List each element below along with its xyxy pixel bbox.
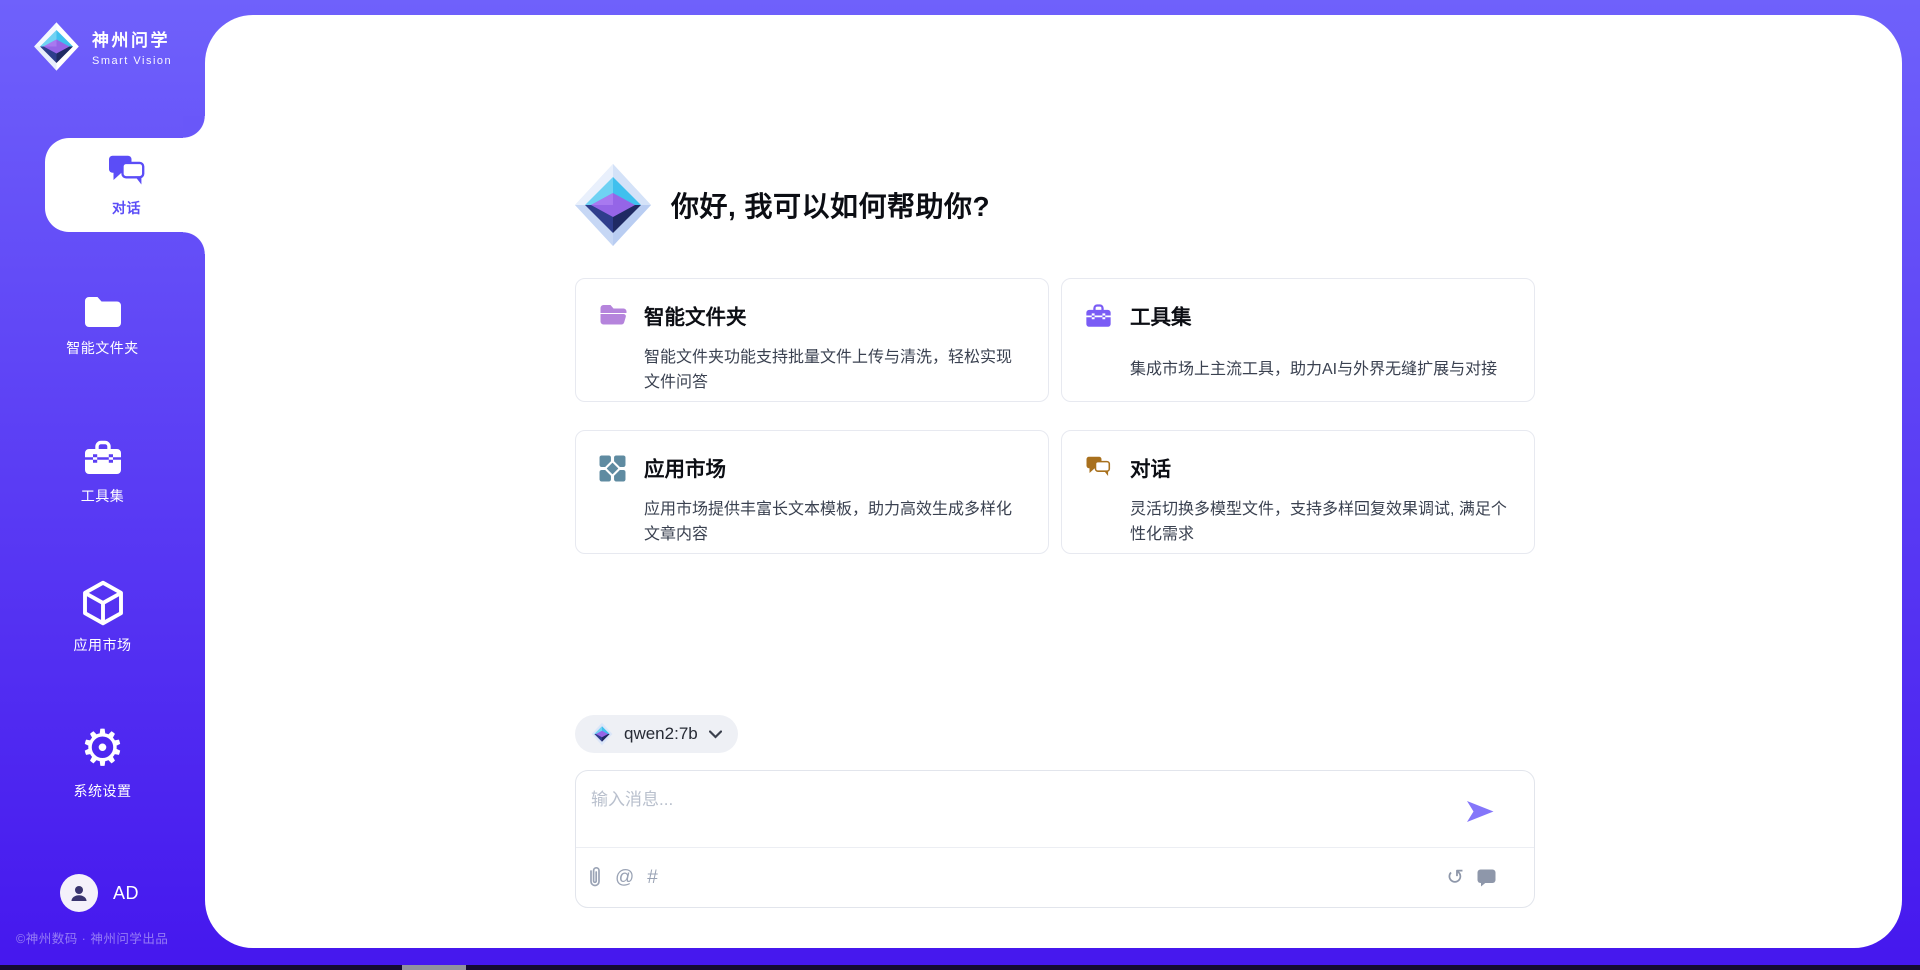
card-description: 应用市场提供丰富长文本模板，助力高效生成多样化文章内容 (644, 497, 1024, 554)
model-diamond-icon (591, 722, 613, 746)
model-name: qwen2:7b (624, 724, 698, 744)
sidebar-item-settings[interactable]: ⚙ 系统设置 (0, 724, 205, 800)
feature-cards: 智能文件夹 智能文件夹功能支持批量文件上传与清洗，轻松实现文件问答 工具集 集成… (575, 278, 1535, 554)
sidebar-item-label: 系统设置 (74, 781, 132, 801)
card-chat[interactable]: 对话 灵活切换多模型文件，支持多样回复效果调试, 满足个性化需求 (1061, 430, 1535, 554)
horizontal-scrollbar-thumb[interactable] (402, 965, 466, 970)
brand-diamond-icon (33, 20, 80, 73)
person-icon (69, 883, 89, 903)
active-tab-fillet-bottom (183, 232, 205, 254)
model-selector[interactable]: qwen2:7b (575, 715, 738, 753)
sidebar-item-label: 应用市场 (74, 635, 132, 655)
app-root: { "app": { "title": "神州问学", "subtitle": … (0, 0, 1920, 970)
toolbox-icon (83, 439, 123, 477)
card-title: 智能文件夹 (644, 300, 1024, 337)
card-description: 智能文件夹功能支持批量文件上传与清洗，轻松实现文件问答 (644, 345, 1024, 402)
history-icon[interactable]: ↺ (1446, 868, 1464, 888)
composer-toolbar: @ # ↺ (576, 847, 1534, 907)
message-composer: @ # ↺ (575, 770, 1535, 908)
sidebar-item-label: 对话 (112, 198, 141, 218)
user-profile[interactable]: AD (60, 874, 139, 912)
copyright-footer: ©神州数码 · 神州问学出品 (16, 928, 168, 947)
horizontal-scrollbar-track[interactable] (0, 965, 1920, 970)
sidebar-item-label: 工具集 (81, 486, 125, 506)
sidebar-item-smart-folder[interactable]: 智能文件夹 (0, 288, 205, 364)
card-toolbox[interactable]: 工具集 集成市场上主流工具，助力AI与外界无缝扩展与对接 (1061, 278, 1535, 402)
attachment-icon[interactable] (588, 866, 602, 890)
active-tab-fillet-top (183, 116, 205, 138)
sidebar: 神州问学 Smart Vision 对话 智能文件夹 工具集 (0, 0, 205, 970)
avatar (60, 874, 98, 912)
chevron-down-icon (709, 730, 722, 739)
card-description: 集成市场上主流工具，助力AI与外界无缝扩展与对接 (1130, 357, 1510, 401)
card-title: 对话 (1130, 452, 1510, 489)
card-smart-folder[interactable]: 智能文件夹 智能文件夹功能支持批量文件上传与清洗，轻松实现文件问答 (575, 278, 1049, 402)
sidebar-item-chat[interactable]: 对话 (45, 138, 208, 232)
message-input[interactable] (591, 784, 1431, 816)
toolbox-icon (1085, 303, 1112, 329)
assistant-diamond-icon (573, 163, 653, 247)
greeting-text: 你好, 我可以如何帮助你? (671, 185, 990, 225)
sidebar-item-app-market[interactable]: 应用市场 (0, 578, 205, 656)
main-panel: 你好, 我可以如何帮助你? 智能文件夹 智能文件夹功能支持批量文件上传与清洗，轻… (205, 15, 1902, 948)
card-description: 灵活切换多模型文件，支持多样回复效果调试, 满足个性化需求 (1130, 497, 1510, 554)
mention-icon[interactable]: @ (615, 867, 634, 889)
card-app-market[interactable]: 应用市场 应用市场提供丰富长文本模板，助力高效生成多样化文章内容 (575, 430, 1049, 554)
app-title: 神州问学 (92, 26, 172, 51)
chat-bubbles-icon (107, 153, 147, 189)
cube-icon (82, 580, 124, 626)
chat-log-icon[interactable] (1477, 869, 1496, 887)
folder-icon (83, 295, 123, 329)
sidebar-item-toolbox[interactable]: 工具集 (0, 435, 205, 509)
app-grid-icon (599, 455, 626, 482)
app-subtitle: Smart Vision (92, 55, 172, 67)
folder-open-icon (599, 303, 627, 326)
sidebar-item-label: 智能文件夹 (66, 338, 139, 358)
brand-logo: 神州问学 Smart Vision (33, 20, 172, 73)
send-icon[interactable] (1467, 801, 1494, 823)
greeting-block: 你好, 我可以如何帮助你? (573, 163, 990, 247)
user-name: AD (113, 883, 139, 904)
card-title: 应用市场 (644, 452, 1024, 489)
chat-bubbles-icon (1085, 455, 1112, 479)
card-title: 工具集 (1130, 300, 1510, 349)
gear-icon: ⚙ (80, 724, 125, 772)
hashtag-icon[interactable]: # (647, 867, 658, 889)
